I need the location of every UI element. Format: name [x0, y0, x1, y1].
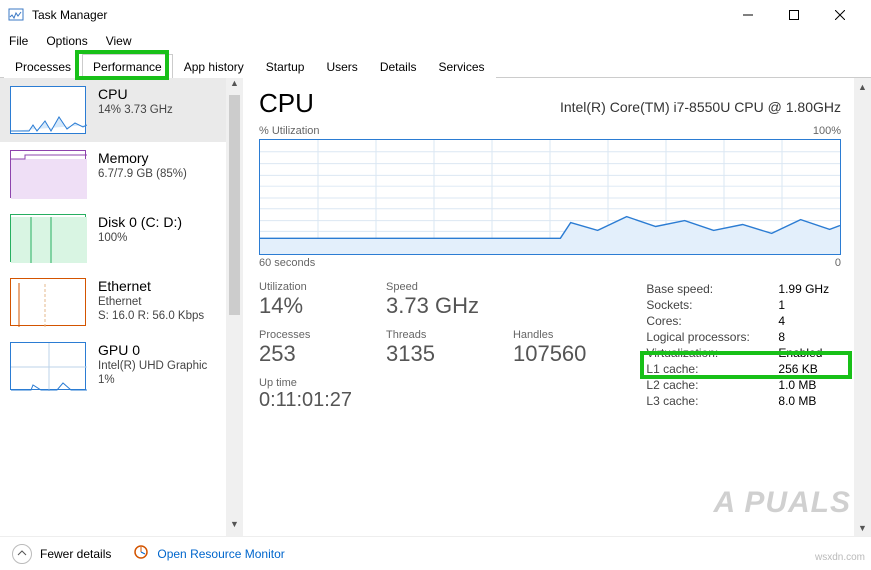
menu-file[interactable]: File	[0, 31, 37, 51]
minimize-button[interactable]	[725, 0, 771, 30]
chart-label-top-right: 100%	[813, 125, 841, 137]
disk-thumb-chart	[10, 214, 86, 262]
l3-cache-label: L3 cache:	[646, 394, 778, 408]
logical-processors-value: 8	[778, 330, 785, 344]
open-resource-monitor-link[interactable]: Open Resource Monitor	[157, 547, 284, 561]
utilization-value: 14%	[259, 293, 352, 319]
main-scrollbar[interactable]: ▲ ▼	[854, 78, 871, 536]
ethernet-sub2: S: 16.0 R: 56.0 Kbps	[98, 310, 204, 322]
l1-cache-value: 256 KB	[778, 362, 817, 376]
tab-startup[interactable]: Startup	[255, 54, 316, 78]
utilization-chart[interactable]	[259, 139, 841, 255]
sidebar-gpu[interactable]: GPU 0 Intel(R) UHD Graphic 1%	[0, 334, 243, 398]
gpu-thumb-chart	[10, 342, 86, 390]
cores-value: 4	[778, 314, 785, 328]
cores-label: Cores:	[646, 314, 778, 328]
gpu-sub1: Intel(R) UHD Graphic	[98, 360, 207, 372]
tab-services[interactable]: Services	[428, 54, 496, 78]
processes-label: Processes	[259, 329, 352, 341]
maximize-button[interactable]	[771, 0, 817, 30]
close-button[interactable]	[817, 0, 863, 30]
resource-monitor-icon[interactable]	[133, 544, 149, 563]
app-icon	[8, 7, 24, 23]
menu-bar: File Options View	[0, 30, 871, 52]
sidebar-memory[interactable]: Memory 6.7/7.9 GB (85%)	[0, 142, 243, 206]
disk-title: Disk 0 (C: D:)	[98, 214, 182, 230]
watermark: A PUALS	[713, 486, 851, 520]
sidebar-cpu[interactable]: CPU 14% 3.73 GHz	[0, 78, 243, 142]
processes-value: 253	[259, 341, 352, 367]
threads-value: 3135	[386, 341, 479, 367]
chart-label-bot-right: 0	[835, 257, 841, 269]
fewer-details-icon[interactable]	[12, 544, 32, 564]
window-title: Task Manager	[32, 8, 107, 22]
memory-thumb-chart	[10, 150, 86, 198]
l1-cache-label: L1 cache:	[646, 362, 778, 376]
uptime-label: Up time	[259, 377, 352, 389]
handles-value: 107560	[513, 341, 586, 367]
sidebar-scroll-thumb[interactable]	[229, 95, 240, 315]
ethernet-thumb-chart	[10, 278, 86, 326]
utilization-label: Utilization	[259, 281, 352, 293]
sidebar: CPU 14% 3.73 GHz Memory 6.7/7.9 GB (85%)…	[0, 78, 243, 536]
threads-label: Threads	[386, 329, 479, 341]
sidebar-scrollbar[interactable]: ▲ ▼	[226, 78, 243, 536]
ethernet-title: Ethernet	[98, 278, 204, 294]
panel-title: CPU	[259, 88, 314, 119]
gpu-sub2: 1%	[98, 374, 207, 386]
tab-details[interactable]: Details	[369, 54, 428, 78]
title-bar: Task Manager	[0, 0, 871, 30]
l2-cache-value: 1.0 MB	[778, 378, 816, 392]
menu-view[interactable]: View	[97, 31, 141, 51]
fewer-details-button[interactable]: Fewer details	[40, 547, 111, 561]
menu-options[interactable]: Options	[37, 31, 96, 51]
memory-title: Memory	[98, 150, 187, 166]
sidebar-ethernet[interactable]: Ethernet Ethernet S: 16.0 R: 56.0 Kbps	[0, 270, 243, 334]
sidebar-disk[interactable]: Disk 0 (C: D:) 100%	[0, 206, 243, 270]
l2-cache-label: L2 cache:	[646, 378, 778, 392]
memory-sub: 6.7/7.9 GB (85%)	[98, 168, 187, 180]
base-speed-label: Base speed:	[646, 282, 778, 296]
speed-value: 3.73 GHz	[386, 293, 479, 319]
chart-label-top-left: % Utilization	[259, 125, 320, 137]
tab-strip: Processes Performance App history Startu…	[0, 52, 871, 78]
tab-processes[interactable]: Processes	[4, 54, 82, 78]
cpu-model: Intel(R) Core(TM) i7-8550U CPU @ 1.80GHz	[560, 99, 841, 115]
main-panel: CPU Intel(R) Core(TM) i7-8550U CPU @ 1.8…	[243, 78, 871, 536]
cpu-title: CPU	[98, 86, 173, 102]
watermark-url: wsxdn.com	[815, 552, 865, 563]
tab-performance[interactable]: Performance	[82, 54, 173, 78]
handles-label: Handles	[513, 329, 586, 341]
speed-label: Speed	[386, 281, 479, 293]
uptime-value: 0:11:01:27	[259, 389, 352, 412]
cpu-thumb-chart	[10, 86, 86, 134]
l3-cache-value: 8.0 MB	[778, 394, 816, 408]
tab-app-history[interactable]: App history	[173, 54, 255, 78]
virtualization-value: Enabled	[778, 346, 822, 360]
ethernet-sub1: Ethernet	[98, 296, 204, 308]
cpu-sub: 14% 3.73 GHz	[98, 104, 173, 116]
sockets-value: 1	[778, 298, 785, 312]
chart-label-bot-left: 60 seconds	[259, 257, 315, 269]
virtualization-label: Virtualization:	[646, 346, 778, 360]
logical-processors-label: Logical processors:	[646, 330, 778, 344]
right-stats: Base speed:1.99 GHz Sockets:1 Cores:4 Lo…	[646, 281, 829, 422]
disk-sub: 100%	[98, 232, 182, 244]
sockets-label: Sockets:	[646, 298, 778, 312]
gpu-title: GPU 0	[98, 342, 207, 358]
tab-users[interactable]: Users	[315, 54, 368, 78]
base-speed-value: 1.99 GHz	[778, 282, 829, 296]
